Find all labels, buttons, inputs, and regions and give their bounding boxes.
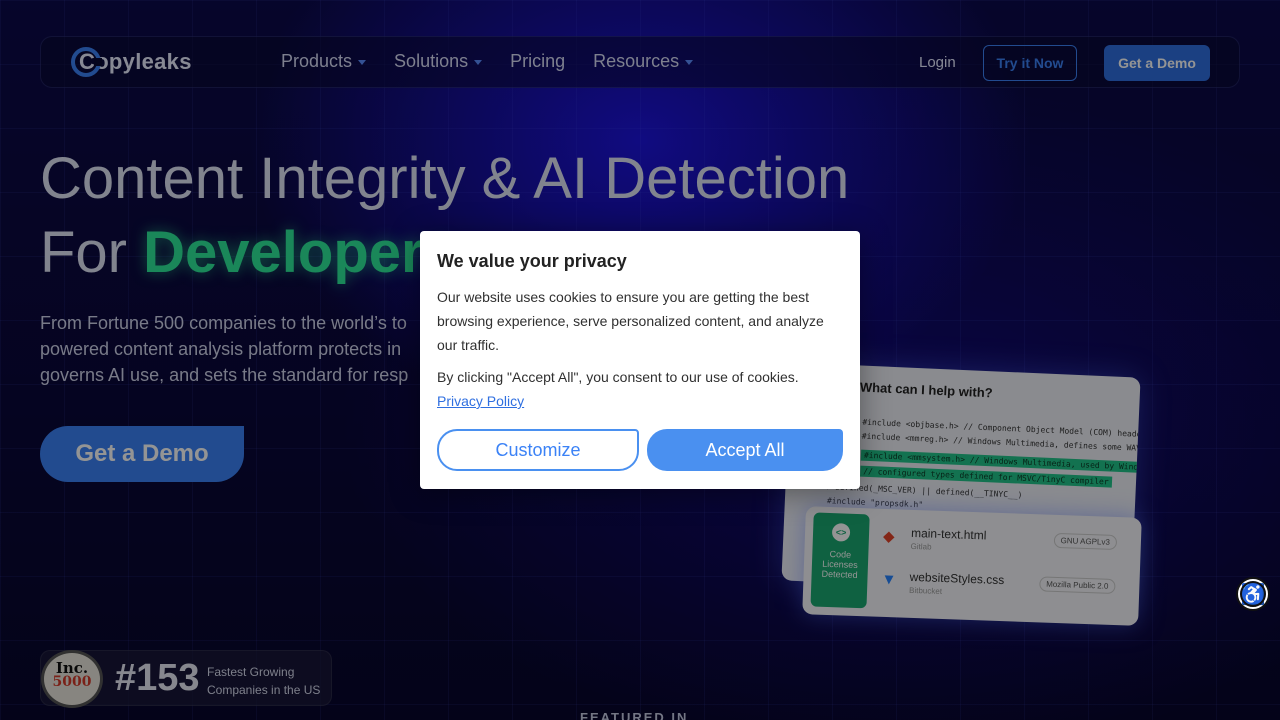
accept-all-button[interactable]: Accept All: [647, 429, 843, 471]
customize-button[interactable]: Customize: [437, 429, 639, 471]
cookie-dialog-body: Our website uses cookies to ensure you a…: [437, 289, 824, 353]
accessibility-button[interactable]: ♿: [1236, 577, 1270, 611]
cookie-consent-dialog: We value your privacy Our website uses c…: [420, 231, 860, 489]
accessibility-icon: ♿: [1240, 583, 1266, 606]
privacy-policy-link[interactable]: Privacy Policy: [437, 393, 524, 409]
cookie-consent-text: By clicking "Accept All", you consent to…: [437, 365, 837, 413]
consent-text: By clicking "Accept All", you consent to…: [437, 369, 799, 385]
cookie-dialog-title: We value your privacy: [437, 251, 627, 271]
